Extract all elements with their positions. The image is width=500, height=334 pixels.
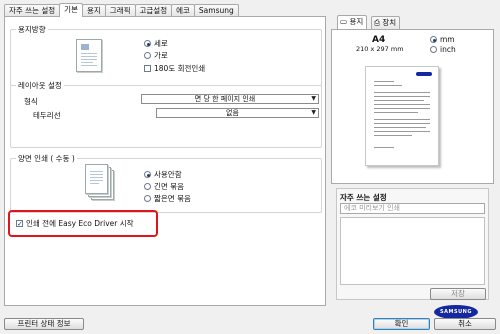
checkbox-icon [144,65,151,72]
favorites-section: 자주 쓰는 설정 에코 미리보기 인쇄 저장 [336,188,489,300]
landscape-label: 가로 [154,51,168,60]
duplex-long-edge-radio[interactable]: 긴면 묶음 [144,181,184,192]
preview-panel: ▭ 용지 ⎙ 장치 A4 210 x 297 mm mm inch 자주 쓰는 … [331,15,494,319]
tab-paper[interactable]: 용지 [81,4,106,16]
layout-type-select[interactable]: 면 당 한 페이지 인쇄 ▼ [141,94,319,104]
orientation-title: 용지방향 [16,24,48,35]
rotate-180-checkbox[interactable]: 180도 회전인쇄 [144,63,205,74]
chevron-down-icon: ▼ [311,109,316,116]
duplex-group: 양면 인쇄 ( 수동 ) 사용안함 긴면 묶음 짧은면 묶음 [10,153,322,213]
tab-preview-device[interactable]: ⎙ 장치 [371,16,401,29]
radio-icon [144,183,151,190]
duplex-long-edge-label: 긴면 묶음 [154,182,184,191]
unit-inch-radio[interactable]: inch [430,45,456,54]
duplex-title: 양면 인쇄 ( 수동 ) [16,153,77,164]
favorites-list[interactable] [340,217,485,285]
tab-graphics[interactable]: 그래픽 [104,4,136,16]
border-label: 테두리선 [33,111,61,120]
main-panel: 용지방향 세로 가로 180도 회전인쇄 레이아웃 설정 형식 면 당 한 페이… [4,16,326,306]
border-value: 없음 [226,109,239,117]
duplex-short-edge-radio[interactable]: 짧은면 묶음 [144,193,191,204]
rotate-180-label: 180도 회전인쇄 [154,64,206,73]
tab-eco[interactable]: 에코 [171,4,195,16]
tab-preview-paper[interactable]: ▭ 용지 [337,15,368,29]
layout-type-label: 형식 [24,97,38,106]
unit-mm-radio[interactable]: mm [430,35,455,44]
duplex-none-radio[interactable]: 사용안함 [144,169,182,180]
chevron-down-icon: ▼ [311,95,316,102]
radio-icon [144,52,151,59]
tab-favorites[interactable]: 자주 쓰는 설정 [4,4,61,16]
tab-advanced[interactable]: 고급설정 [134,4,173,16]
orientation-preview-icon [76,39,102,72]
paper-size-name: A4 [372,35,386,45]
orientation-group: 용지방향 세로 가로 180도 회전인쇄 [10,24,322,86]
page-logo-icon [416,72,432,76]
preview-page [365,66,439,166]
radio-selected-icon [144,171,151,178]
tab-preview-paper-label: 용지 [349,17,364,26]
radio-icon [430,46,437,53]
tab-basic[interactable]: 기본 [59,3,83,17]
tab-samsung[interactable]: Samsung [193,4,239,16]
unit-mm-label: mm [440,35,455,44]
layout-type-value: 면 당 한 페이지 인쇄 [194,95,256,103]
favorites-input[interactable]: 에코 미리보기 인쇄 [340,203,485,214]
paper-dimensions: 210 x 297 mm [356,45,404,53]
duplex-none-label: 사용안함 [154,170,182,179]
paper-icon: ▭ [340,17,348,26]
save-favorite-button[interactable]: 저장 [430,288,486,300]
portrait-label: 세로 [154,39,168,48]
cancel-button[interactable]: 취소 [434,318,496,330]
tab-preview-device-label: 장치 [382,18,397,27]
radio-selected-icon [144,40,151,47]
radio-icon [144,195,151,202]
printer-icon: ⎙ [374,18,380,27]
paper-preview: A4 210 x 297 mm mm inch [331,29,494,184]
layout-group: 레이아웃 설정 형식 면 당 한 페이지 인쇄 ▼ 테두리선 없음 ▼ [10,80,322,148]
eco-highlight-box [8,210,158,237]
duplex-front-page-icon [85,164,108,194]
landscape-radio[interactable]: 가로 [144,50,168,61]
printer-status-button[interactable]: 프린터 상태 정보 [4,318,84,330]
border-select[interactable]: 없음 ▼ [156,108,319,118]
samsung-logo: SAMSUNG [434,305,478,319]
radio-selected-icon [430,36,437,43]
duplex-short-edge-label: 짧은면 묶음 [154,194,191,203]
favorites-title: 자주 쓰는 설정 [340,193,387,202]
ok-button[interactable]: 확인 [373,318,430,330]
portrait-radio[interactable]: 세로 [144,38,168,49]
tab-bar: 자주 쓰는 설정 기본 용지 그래픽 고급설정 에코 Samsung [4,3,239,17]
unit-inch-label: inch [440,45,456,54]
layout-title: 레이아웃 설정 [16,80,64,91]
